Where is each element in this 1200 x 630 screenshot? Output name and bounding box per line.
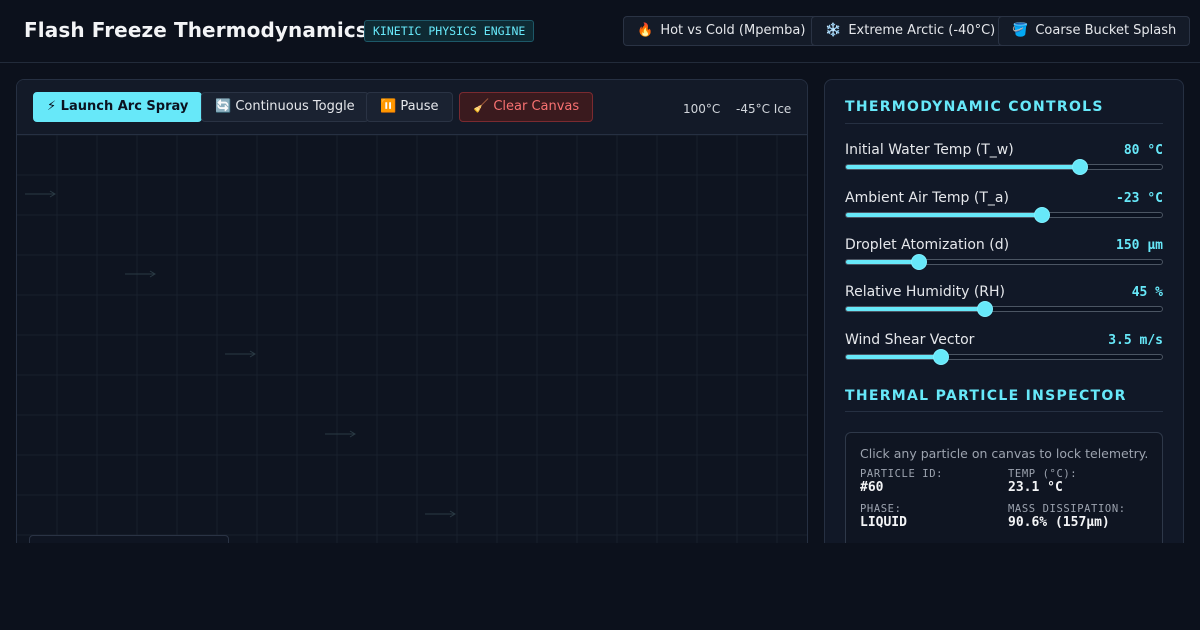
wind-arrow <box>125 270 156 278</box>
wind-arrow <box>425 510 456 518</box>
slider-thumb[interactable] <box>977 301 994 317</box>
preset-mpemba-button[interactable]: 🔥 Hot vs Cold (Mpemba) <box>623 16 820 46</box>
water-temp-control: Initial Water Temp (T_w) 80 °C <box>845 142 1163 178</box>
air-temp-slider[interactable] <box>845 207 1163 223</box>
engine-badge: KINETIC PHYSICS ENGINE <box>364 20 535 42</box>
particle-id-label: PARTICLE ID: <box>860 468 944 480</box>
clear-canvas-button[interactable]: 🧹 Clear Canvas <box>459 92 594 122</box>
simulation-canvas[interactable] <box>17 135 807 559</box>
preset-label: Hot vs Cold (Mpemba) <box>660 23 806 38</box>
continuous-label: Continuous Toggle <box>235 99 355 114</box>
canvas-grid <box>17 135 807 558</box>
slider-label: Wind Shear Vector <box>845 332 975 348</box>
pause-icon: ⏸️ <box>380 99 397 114</box>
slider-thumb[interactable] <box>1071 159 1088 175</box>
slider-label: Initial Water Temp (T_w) <box>845 142 1014 158</box>
clear-label: Clear Canvas <box>493 99 580 114</box>
fire-icon: 🔥 <box>637 23 654 38</box>
controls-title: THERMODYNAMIC CONTROLS <box>845 99 1104 115</box>
slider-thumb[interactable] <box>1033 207 1050 223</box>
slider-value: 3.5 m/s <box>1108 333 1163 348</box>
slider-fill <box>846 260 919 264</box>
bucket-icon: 🪣 <box>1012 23 1029 38</box>
mass-value: 90.6% (157µm) <box>1008 515 1110 530</box>
slider-label: Droplet Atomization (d) <box>845 237 1010 253</box>
wind-arrow <box>325 430 356 438</box>
humidity-control: Relative Humidity (RH) 45 % <box>845 284 1163 320</box>
inspector-divider <box>845 411 1163 412</box>
humidity-slider[interactable] <box>845 301 1163 317</box>
preset-bucket-button[interactable]: 🪣 Coarse Bucket Splash <box>998 16 1191 46</box>
mass-label: MASS DISSIPATION: <box>1008 503 1126 515</box>
slider-thumb[interactable] <box>932 349 949 365</box>
inspector-hint: Click any particle on canvas to lock tel… <box>860 446 1149 461</box>
snowflake-icon: ❄️ <box>825 23 842 38</box>
slider-fill <box>846 165 1080 169</box>
particle-inspector-card: Click any particle on canvas to lock tel… <box>845 432 1163 552</box>
page-bottom-area <box>0 543 1200 630</box>
launch-label: Launch Arc Spray <box>60 99 189 114</box>
wind-shear-control: Wind Shear Vector 3.5 m/s <box>845 332 1163 368</box>
refresh-icon: 🔄 <box>215 99 232 114</box>
controls-divider <box>845 123 1163 124</box>
atomization-control: Droplet Atomization (d) 150 µm <box>845 237 1163 273</box>
particle-id-value: #60 <box>860 480 884 495</box>
lightning-icon: ⚡ <box>47 99 57 114</box>
slider-fill <box>846 307 986 311</box>
controls-panel: THERMODYNAMIC CONTROLS Initial Water Tem… <box>824 79 1184 559</box>
atomization-slider[interactable] <box>845 254 1163 270</box>
app-title: Flash Freeze Thermodynamics <box>24 18 368 42</box>
wind-shear-slider[interactable] <box>845 349 1163 365</box>
temp-value: 23.1 °C <box>1008 480 1063 495</box>
temp-label: TEMP (°C): <box>1008 468 1078 480</box>
preset-arctic-button[interactable]: ❄️ Extreme Arctic (-40°C) <box>811 16 1010 46</box>
slider-value: 45 % <box>1131 285 1163 300</box>
launch-arc-spray-button[interactable]: ⚡ Launch Arc Spray <box>33 92 203 122</box>
wind-arrow <box>225 350 256 358</box>
preset-label: Extreme Arctic (-40°C) <box>848 23 996 38</box>
top-bar: Flash Freeze Thermodynamics KINETIC PHYS… <box>0 0 1200 63</box>
slider-value: 80 °C <box>1123 143 1163 158</box>
water-temp-slider[interactable] <box>845 159 1163 175</box>
broom-icon: 🧹 <box>473 99 490 114</box>
simulation-panel: ⚡ Launch Arc Spray 🔄 Continuous Toggle ⏸… <box>16 79 808 559</box>
phase-value: LIQUID <box>860 515 907 530</box>
preset-label: Coarse Bucket Splash <box>1035 23 1177 38</box>
slider-fill <box>846 213 1042 217</box>
phase-label: PHASE: <box>860 503 902 515</box>
pause-label: Pause <box>400 99 439 114</box>
inspector-title: THERMAL PARTICLE INSPECTOR <box>845 388 1127 404</box>
slider-value: 150 µm <box>1116 238 1163 253</box>
slider-label: Ambient Air Temp (T_a) <box>845 190 1009 206</box>
wind-arrow <box>25 190 56 198</box>
wind-vector-arrows <box>25 190 456 518</box>
slider-label: Relative Humidity (RH) <box>845 284 1006 300</box>
scale-cold-label: -45°C Ice <box>736 102 792 116</box>
simulation-toolbar: ⚡ Launch Arc Spray 🔄 Continuous Toggle ⏸… <box>17 80 807 135</box>
slider-value: -23 °C <box>1116 191 1163 206</box>
continuous-toggle-button[interactable]: 🔄 Continuous Toggle <box>201 92 369 122</box>
slider-fill <box>846 355 941 359</box>
scale-hot-label: 100°C <box>683 102 721 116</box>
pause-button[interactable]: ⏸️ Pause <box>366 92 453 122</box>
slider-thumb[interactable] <box>910 254 927 270</box>
air-temp-control: Ambient Air Temp (T_a) -23 °C <box>845 190 1163 226</box>
